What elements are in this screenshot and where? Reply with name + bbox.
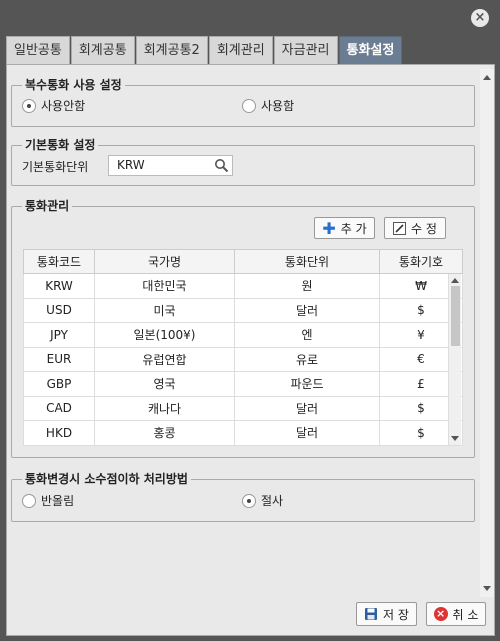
dialog-window: × 일반공통 회계공통 회계공통2 회계관리 자금관리 통화설정 복수통화 사용…: [0, 0, 500, 641]
table-row[interactable]: USD 미국 달러 $: [23, 297, 463, 323]
radio-not-use[interactable]: 사용안함: [22, 97, 85, 114]
cell-country: 미국: [94, 297, 235, 323]
cell-unit: 원: [234, 273, 380, 299]
search-icon[interactable]: [214, 158, 229, 173]
save-button-label: 저 장: [383, 607, 409, 622]
currency-management-group: 통화관리 ✚ 추 가 수 정 통화코드 국가명 통화단위 통화기호 KRW 대한…: [11, 199, 475, 458]
multi-currency-group: 복수통화 사용 설정 사용안함 사용함: [11, 78, 475, 127]
tab-currency-settings[interactable]: 통화설정: [338, 36, 403, 64]
cell-country: 유럽연합: [94, 346, 235, 372]
table-row[interactable]: JPY 일본(100¥) 엔 ¥: [23, 322, 463, 348]
tab-general-common[interactable]: 일반공통: [6, 36, 70, 64]
column-header-symbol[interactable]: 통화기호: [379, 249, 463, 274]
radio-truncate[interactable]: 절사: [242, 492, 283, 509]
add-button[interactable]: ✚ 추 가: [314, 217, 375, 239]
cell-country: 대한민국: [94, 273, 235, 299]
cell-country: 캐나다: [94, 395, 235, 421]
radio-use-indicator: [242, 98, 256, 113]
panel-scrollbar[interactable]: [480, 69, 494, 597]
edit-button-label: 수 정: [411, 221, 437, 236]
cell-code: EUR: [23, 346, 95, 372]
base-currency-group: 기본통화 설정 기본통화단위 KRW: [11, 138, 475, 186]
save-button[interactable]: 저 장: [356, 602, 417, 626]
base-currency-value: KRW: [117, 158, 145, 172]
table-row[interactable]: GBP 영국 파운드 £: [23, 371, 463, 397]
table-row[interactable]: KRW 대한민국 원 ₩: [23, 273, 463, 299]
currency-management-legend: 통화관리: [22, 199, 73, 213]
settings-panel: 복수통화 사용 설정 사용안함 사용함 기본통화 설정 기본통화단위 KRW 통…: [6, 64, 495, 636]
cell-unit: 달러: [234, 395, 380, 421]
table-row[interactable]: HKD 홍콩 달러 $: [23, 420, 463, 446]
column-header-country[interactable]: 국가명: [94, 249, 235, 274]
cell-unit: 엔: [234, 322, 380, 348]
cell-code: GBP: [23, 371, 95, 397]
radio-round[interactable]: 반올림: [22, 492, 74, 509]
close-icon[interactable]: ×: [471, 9, 489, 27]
cell-unit: 유로: [234, 346, 380, 372]
edit-button[interactable]: 수 정: [384, 217, 446, 239]
cell-unit: 파운드: [234, 371, 380, 397]
radio-use[interactable]: 사용함: [242, 97, 294, 114]
edit-icon: [393, 221, 407, 235]
column-header-unit[interactable]: 통화단위: [234, 249, 380, 274]
radio-not-use-indicator: [22, 98, 36, 113]
add-button-label: 추 가: [340, 221, 367, 236]
cell-country: 일본(100¥): [94, 322, 235, 348]
rounding-method-group: 통화변경시 소수점이하 처리방법 반올림 절사: [11, 472, 475, 522]
column-header-code[interactable]: 통화코드: [23, 249, 95, 274]
tab-bar: 일반공통 회계공통 회계공통2 회계관리 자금관리 통화설정: [6, 36, 403, 64]
cell-country: 영국: [94, 371, 235, 397]
table-row[interactable]: CAD 캐나다 달러 $: [23, 395, 463, 421]
radio-truncate-indicator: [242, 493, 256, 508]
panel-scroll-down-icon[interactable]: [483, 586, 491, 591]
table-row[interactable]: EUR 유럽연합 유로 €: [23, 346, 463, 372]
table-scrollbar[interactable]: [448, 274, 461, 445]
radio-not-use-label: 사용안함: [41, 99, 86, 113]
cell-code: JPY: [23, 322, 95, 348]
panel-scroll-up-icon[interactable]: [483, 75, 491, 80]
multi-currency-legend: 복수통화 사용 설정: [22, 78, 125, 92]
rounding-method-legend: 통화변경시 소수점이하 처리방법: [22, 472, 191, 486]
tab-accounting-common-2[interactable]: 회계공통2: [135, 36, 208, 64]
cell-country: 홍콩: [94, 420, 235, 446]
base-currency-legend: 기본통화 설정: [22, 138, 99, 152]
cell-code: KRW: [23, 273, 95, 299]
radio-round-label: 반올림: [41, 494, 75, 508]
base-currency-label: 기본통화단위: [22, 160, 89, 174]
scroll-up-arrow-icon[interactable]: [451, 278, 459, 283]
base-currency-input[interactable]: KRW: [108, 155, 233, 176]
cancel-icon: ×: [433, 607, 448, 621]
save-icon: [365, 608, 378, 620]
currency-table: 통화코드 국가명 통화단위 통화기호 KRW 대한민국 원 ₩ USD 미국 달…: [23, 249, 463, 446]
scroll-down-arrow-icon[interactable]: [451, 436, 459, 441]
cell-code: USD: [23, 297, 95, 323]
radio-use-label: 사용함: [261, 99, 295, 113]
radio-truncate-label: 절사: [261, 494, 284, 508]
plus-icon: ✚: [322, 218, 336, 238]
tab-fund-management[interactable]: 자금관리: [273, 36, 338, 64]
cancel-button-label: 취 소: [452, 607, 479, 622]
table-scroll-thumb[interactable]: [451, 286, 460, 346]
cell-code: HKD: [23, 420, 95, 446]
cell-code: CAD: [23, 395, 95, 421]
tab-accounting-management[interactable]: 회계관리: [208, 36, 273, 64]
table-header-row: 통화코드 국가명 통화단위 통화기호: [23, 249, 463, 274]
cell-unit: 달러: [234, 420, 380, 446]
tab-accounting-common[interactable]: 회계공통: [70, 36, 135, 64]
radio-round-indicator: [22, 493, 36, 508]
cell-unit: 달러: [234, 297, 380, 323]
cancel-button[interactable]: × 취 소: [426, 602, 486, 626]
